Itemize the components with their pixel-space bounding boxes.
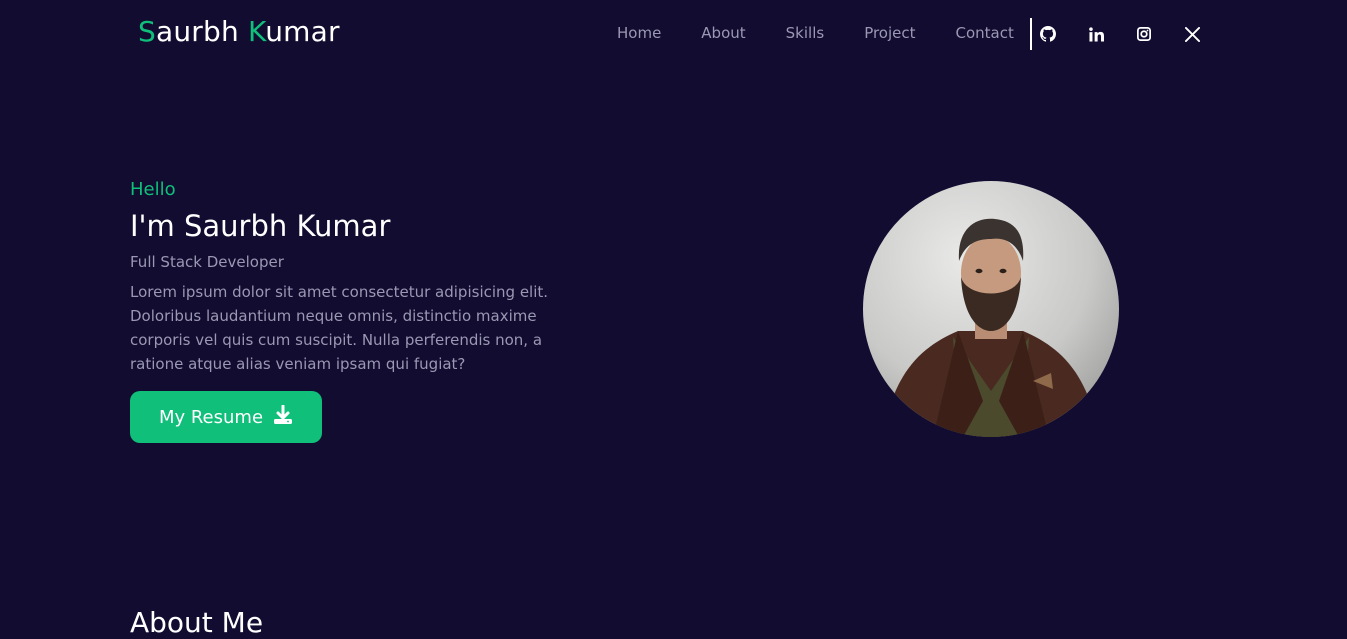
github-icon[interactable]	[1039, 25, 1057, 43]
nav-links: Home About Skills Project Contact	[597, 24, 1034, 42]
resume-button-label: My Resume	[158, 406, 264, 428]
nav-item-skills[interactable]: Skills	[786, 24, 825, 42]
hero-section: Hello I'm Saurbh Kumar Full Stack Develo…	[130, 178, 590, 376]
download-icon	[273, 404, 293, 430]
hero-bio: Lorem ipsum dolor sit amet consectetur a…	[130, 283, 549, 373]
logo-initial-last: K	[248, 15, 266, 48]
nav-divider	[1030, 18, 1032, 50]
about-heading: About Me	[130, 606, 264, 639]
nav-item-contact[interactable]: Contact	[956, 24, 1014, 42]
nav-item-home[interactable]: Home	[617, 24, 661, 42]
profile-photo	[863, 181, 1119, 437]
logo-initial-first: S	[138, 15, 156, 48]
nav-item-about[interactable]: About	[701, 24, 745, 42]
hero-greeting: Hello	[130, 179, 176, 200]
hero-headline: I'm Saurbh Kumar	[130, 209, 391, 243]
logo-first-rest: aurbh	[155, 15, 239, 48]
resume-download-button[interactable]: My Resume	[130, 391, 322, 443]
hero-role: Full Stack Developer	[130, 253, 284, 271]
instagram-icon[interactable]	[1135, 25, 1153, 43]
logo-last-rest: umar	[265, 15, 340, 48]
nav-item-project[interactable]: Project	[864, 24, 915, 42]
linkedin-icon[interactable]	[1087, 25, 1105, 43]
navbar: Saurbh Kumar Home About Skills Project C…	[0, 0, 1347, 70]
x-twitter-icon[interactable]	[1183, 25, 1201, 43]
site-logo[interactable]: Saurbh Kumar	[138, 15, 340, 48]
